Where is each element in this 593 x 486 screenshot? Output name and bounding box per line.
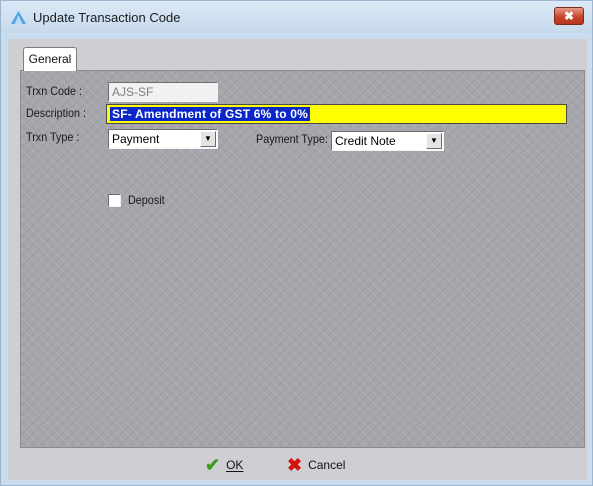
payment-type-value: Credit Note [335,134,396,148]
checkmark-icon: ✔ [205,455,221,475]
description-value: SF- Amendment of GST 6% to 0% [110,107,311,121]
trxn-type-select[interactable]: Payment ▼ [108,129,218,149]
ok-label: OK [226,458,244,472]
trxn-type-dropdown-icon[interactable]: ▼ [200,131,216,147]
payment-type-dropdown-icon[interactable]: ▼ [426,133,442,149]
payment-type-select[interactable]: Credit Note ▼ [331,131,444,151]
description-field[interactable]: SF- Amendment of GST 6% to 0% [106,104,567,124]
general-tab-panel: Trxn Code : AJS-SF Description : SF- Ame… [20,70,585,448]
trxn-code-label: Trxn Code : [26,84,83,98]
update-transaction-code-window: Update Transaction Code ✖ General Trxn C… [0,0,593,486]
trxn-code-field[interactable]: AJS-SF [108,82,218,102]
close-icon: ✖ [563,9,575,23]
deposit-label[interactable]: Deposit [128,193,165,207]
trxn-type-value: Payment [112,132,160,146]
window-title: Update Transaction Code [33,10,181,25]
cancel-button[interactable]: ✖ Cancel [287,453,345,477]
title-bar[interactable]: Update Transaction Code ✖ [1,1,592,33]
app-icon [11,11,26,24]
dialog-body: General Trxn Code : AJS-SF Description :… [8,39,587,480]
tab-general[interactable]: General [23,47,77,71]
ok-button[interactable]: ✔ OK [205,453,243,477]
payment-type-label: Payment Type: [256,132,328,146]
trxn-type-label: Trxn Type : [26,130,80,144]
description-label: Description : [26,106,87,120]
close-button[interactable]: ✖ [554,7,584,25]
cancel-label: Cancel [308,458,346,472]
deposit-checkbox[interactable] [108,194,121,207]
cancel-x-icon: ✖ [287,455,303,475]
